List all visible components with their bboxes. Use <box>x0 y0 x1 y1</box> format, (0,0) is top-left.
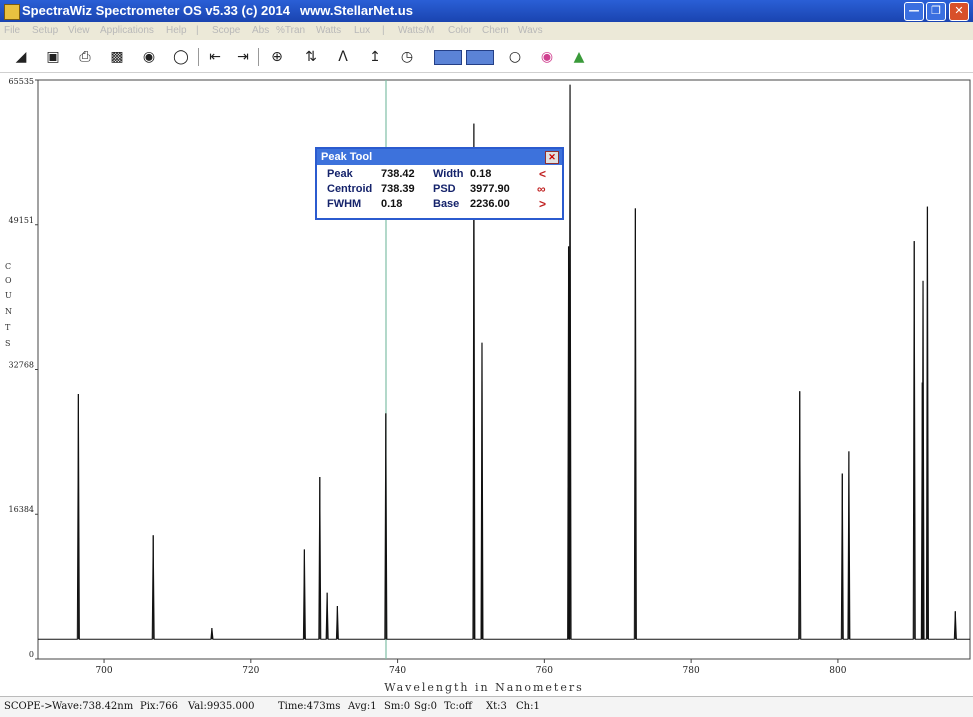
peak-tool-dialog[interactable]: Peak Tool ✕ Peak 738.42 Width 0.18 < Cen… <box>315 147 564 220</box>
rgb-icon[interactable]: ▲ <box>570 48 588 66</box>
fwhm-value: 0.18 <box>381 198 403 210</box>
status-val: Val:9935.000 <box>188 701 255 712</box>
camera-icon[interactable]: ▩ <box>108 48 126 66</box>
width-value: 0.18 <box>470 168 492 180</box>
minimize-button[interactable]: — <box>904 2 924 21</box>
window-url: www.StellarNet.us <box>300 3 413 18</box>
menu-separator: | <box>196 25 199 36</box>
window-title: SpectraWiz Spectrometer OS v5.33 (c) 201… <box>22 3 290 18</box>
base-label: Base <box>433 198 460 210</box>
menu-separator: | <box>382 25 385 36</box>
x-tick-label: 780 <box>683 666 700 676</box>
y-ticks: 0 16384 32768 49151 65535 <box>9 77 38 660</box>
menu-color[interactable]: Color <box>448 25 472 36</box>
peak-value: 738.42 <box>381 168 415 180</box>
bulb-dark-icon[interactable]: ◉ <box>140 48 158 66</box>
lamp-icon[interactable]: ○ <box>506 48 524 66</box>
bulb-light-icon[interactable]: ◯ <box>172 48 190 66</box>
y-tick-label: 0 <box>29 650 34 659</box>
menu-applications[interactable]: Applications <box>100 25 154 36</box>
x-tick-label: 720 <box>242 666 259 676</box>
status-ch: Ch:1 <box>516 701 540 712</box>
toolbar-separator <box>258 48 259 66</box>
status-sg: Sg:0 <box>414 701 437 712</box>
x-tick-label: 800 <box>829 666 846 676</box>
dark-store-icon[interactable] <box>434 50 462 65</box>
x-tick-label: 740 <box>389 666 406 676</box>
status-wave: Wave:738.42nm <box>52 701 134 712</box>
timer-icon[interactable]: ◷ <box>398 48 416 66</box>
print-icon[interactable]: ⎙ <box>76 48 94 66</box>
toolbar: ◢ ▣ ⎙ ▩ ◉ ◯ ⇤ ⇥ ⊕ ⇅ Λ ↥ ◷ ○ ◉ ▲ <box>0 40 973 73</box>
status-mode: SCOPE-> <box>4 701 53 712</box>
menu-chem[interactable]: Chem <box>482 25 509 36</box>
right-cursor-icon[interactable]: ⇥ <box>234 48 252 66</box>
x-axis-label: Wavelength in Nanometers <box>384 681 584 694</box>
peak-tool-title: Peak Tool <box>317 149 562 165</box>
peak-icon[interactable]: Λ <box>334 48 352 66</box>
color-wheel-icon[interactable]: ◉ <box>538 48 556 66</box>
peak-label: Peak <box>327 168 353 180</box>
autoscale-y-icon[interactable]: ⇅ <box>302 48 320 66</box>
y-tick-label: 65535 <box>9 77 34 86</box>
save-icon[interactable]: ▣ <box>44 48 62 66</box>
next-peak-button[interactable]: > <box>539 197 546 211</box>
y-tick-label: 32768 <box>9 360 34 369</box>
menu-watts[interactable]: Watts <box>316 25 341 36</box>
menu-wavs[interactable]: Wavs <box>518 25 543 36</box>
status-time: Time:473ms <box>278 701 341 712</box>
zoom-icon[interactable]: ⊕ <box>268 48 286 66</box>
prev-peak-button[interactable]: < <box>539 167 546 181</box>
x-tick-label: 700 <box>95 666 112 676</box>
menu-help[interactable]: Help <box>166 25 187 36</box>
menu-scope[interactable]: Scope <box>212 25 240 36</box>
status-sm: Sm:0 <box>384 701 411 712</box>
menu-abs[interactable]: Abs <box>252 25 269 36</box>
status-pix: Pix:766 <box>140 701 179 712</box>
menu-file[interactable]: File <box>4 25 20 36</box>
left-cursor-icon[interactable]: ⇤ <box>206 48 224 66</box>
menu-view[interactable]: View <box>68 25 90 36</box>
close-icon[interactable]: ✕ <box>545 151 559 164</box>
title-bar: SpectraWiz Spectrometer OS v5.33 (c) 201… <box>0 0 973 22</box>
fwhm-label: FWHM <box>327 198 362 210</box>
open-icon[interactable]: ◢ <box>12 48 30 66</box>
menu-setup[interactable]: Setup <box>32 25 58 36</box>
status-tc: Tc:off <box>444 701 472 712</box>
menu-watts-m[interactable]: Watts/M <box>398 25 434 36</box>
link-icon[interactable]: ∞ <box>537 182 546 196</box>
status-bar: SCOPE-> Wave:738.42nm Pix:766 Val:9935.0… <box>0 696 973 717</box>
x-tick-label: 760 <box>536 666 553 676</box>
menu-tran[interactable]: %Tran <box>276 25 305 36</box>
base-value: 2236.00 <box>470 198 510 210</box>
close-button[interactable]: ✕ <box>949 2 969 21</box>
status-xt: Xt:3 <box>486 701 507 712</box>
restore-button[interactable]: ❐ <box>926 2 946 21</box>
menu-lux[interactable]: Lux <box>354 25 370 36</box>
psd-value: 3977.90 <box>470 183 510 195</box>
centroid-value: 738.39 <box>381 183 415 195</box>
x-ticks: 700 720 740 760 780 800 <box>95 659 847 676</box>
width-label: Width <box>433 168 464 180</box>
toolbar-separator <box>198 48 199 66</box>
menu-bar: File Setup View Applications Help | Scop… <box>0 22 973 40</box>
psd-label: PSD <box>433 183 456 195</box>
status-avg: Avg:1 <box>348 701 377 712</box>
centroid-label: Centroid <box>327 183 373 195</box>
app-icon <box>4 4 20 20</box>
peak-up-icon[interactable]: ↥ <box>366 48 384 66</box>
y-tick-label: 49151 <box>9 216 34 225</box>
reference-store-icon[interactable] <box>466 50 494 65</box>
y-tick-label: 16384 <box>9 505 34 514</box>
